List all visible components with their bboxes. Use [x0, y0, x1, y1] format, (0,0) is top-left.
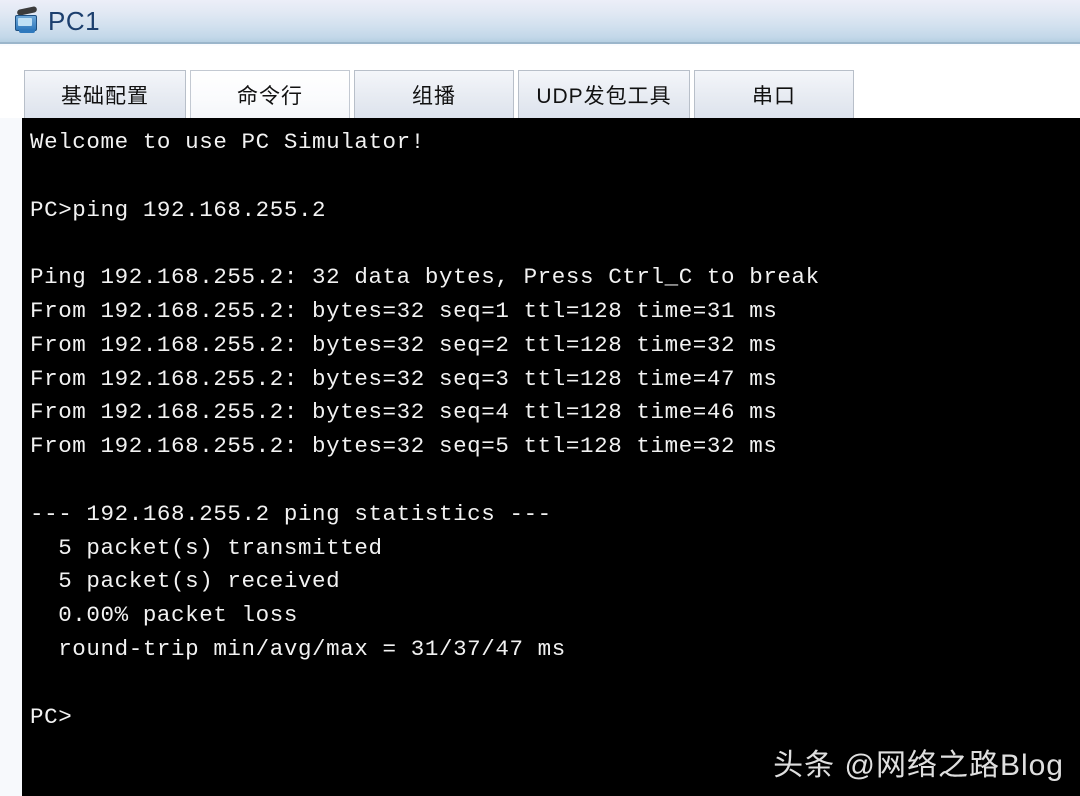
terminal-line: 5 packet(s) transmitted [30, 534, 383, 561]
watermark-text: 头条 @网络之路Blog [773, 749, 1064, 782]
pc-simulator-window: PC1 基础配置 命令行 组播 UDP发包工具 串口 Welcome to us… [0, 0, 1080, 796]
tab-serial-port[interactable]: 串口 [694, 70, 854, 118]
terminal-line: Welcome to use PC Simulator! [30, 129, 425, 155]
terminal-line: From 192.168.255.2: bytes=32 seq=3 ttl=1… [30, 365, 778, 392]
terminal-console[interactable]: Welcome to use PC Simulator! PC>ping 192… [22, 118, 1080, 796]
pc-monitor-icon [12, 5, 42, 35]
terminal-line: PC> [30, 703, 73, 730]
terminal-line: From 192.168.255.2: bytes=32 seq=1 ttl=1… [30, 297, 778, 324]
terminal-line: PC>ping 192.168.255.2 [30, 196, 327, 223]
terminal-line: From 192.168.255.2: bytes=32 seq=5 ttl=1… [30, 433, 778, 460]
terminal-line: From 192.168.255.2: bytes=32 seq=4 ttl=1… [30, 399, 778, 426]
tab-strip: 基础配置 命令行 组播 UDP发包工具 串口 [0, 46, 1080, 118]
terminal-line: 5 packet(s) received [30, 568, 341, 595]
tab-multicast[interactable]: 组播 [354, 70, 514, 118]
terminal-output: Welcome to use PC Simulator! PC>ping 192… [22, 118, 1080, 734]
tab-basic-config[interactable]: 基础配置 [24, 70, 186, 118]
title-bar: PC1 [0, 0, 1080, 44]
tab-udp-packet-tool[interactable]: UDP发包工具 [518, 70, 690, 118]
terminal-line: --- 192.168.255.2 ping statistics --- [30, 500, 552, 527]
left-gutter [0, 118, 22, 796]
terminal-line: Ping 192.168.255.2: 32 data bytes, Press… [30, 264, 820, 291]
window-title: PC1 [48, 5, 101, 36]
tab-command-line[interactable]: 命令行 [190, 70, 350, 118]
terminal-line: 0.00% packet loss [30, 602, 298, 629]
terminal-line: From 192.168.255.2: bytes=32 seq=2 ttl=1… [30, 331, 778, 358]
terminal-line: round-trip min/avg/max = 31/37/47 ms [30, 635, 566, 662]
